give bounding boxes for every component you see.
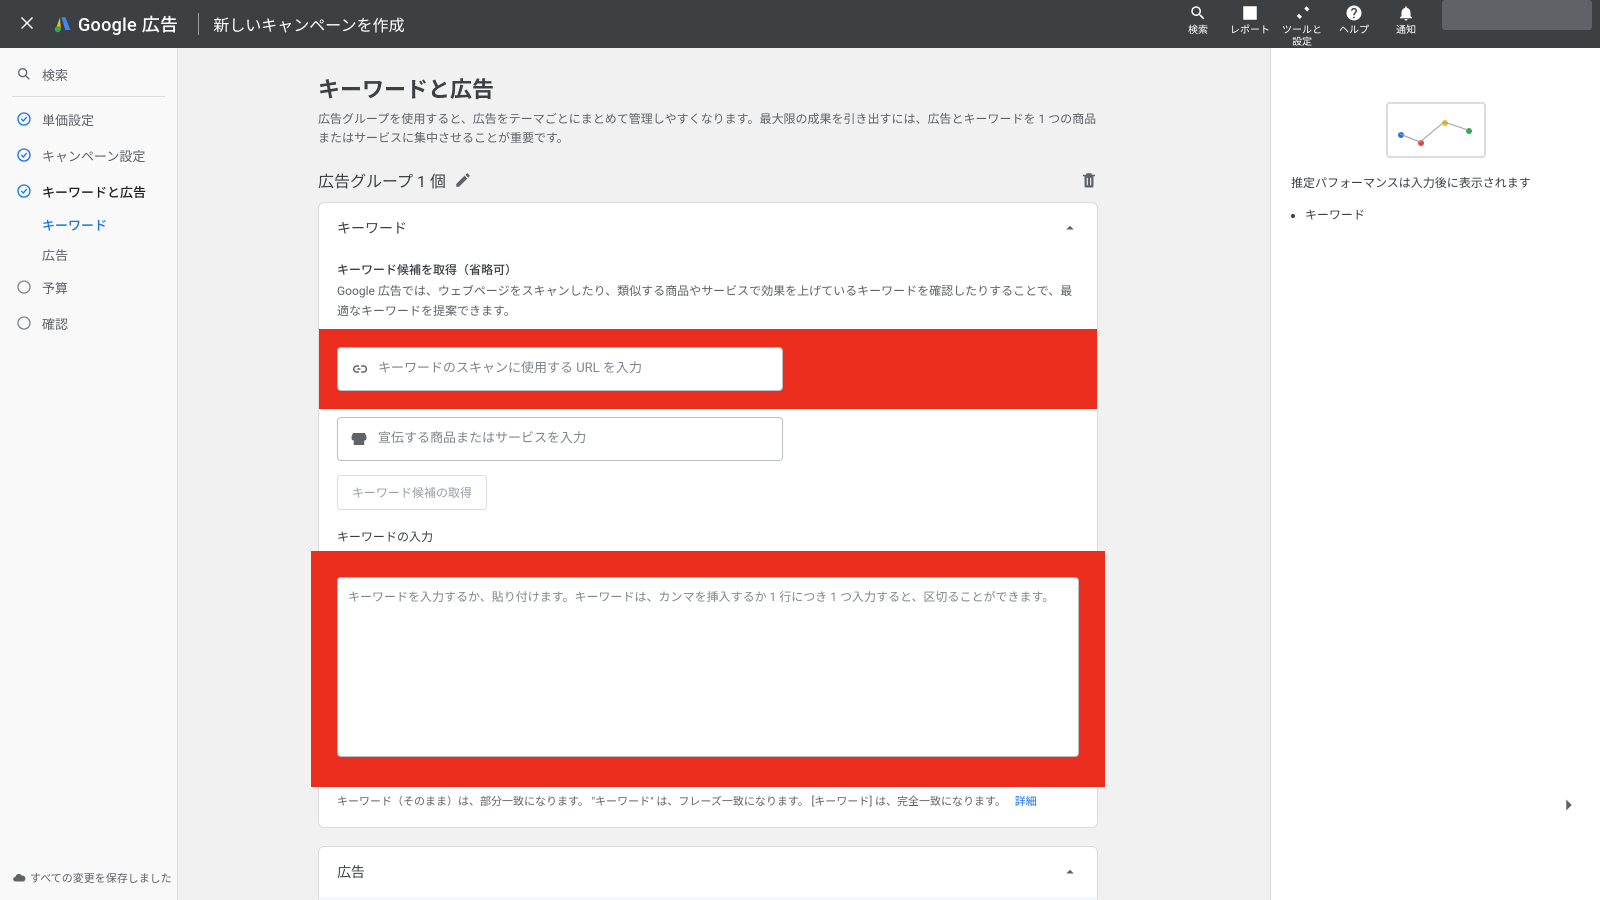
cloud-icon — [12, 871, 26, 885]
pencil-icon[interactable] — [454, 171, 472, 189]
trash-icon[interactable] — [1080, 171, 1098, 189]
sidebar-item-budget[interactable]: 予算 — [0, 269, 177, 305]
header-tools: 検索 レポート ツールと 設定 ヘルプ 通知 — [1172, 0, 1592, 49]
url-input-wrapper — [337, 347, 783, 391]
get-suggestions-button[interactable]: キーワード候補の取得 — [337, 475, 487, 510]
check-circle-icon — [16, 183, 32, 199]
sidebar-item-confirm[interactable]: 確認 — [0, 305, 177, 341]
check-circle-icon — [16, 147, 32, 163]
match-type-note: キーワード（そのまま）は、部分一致になります。 "キーワード" は、フレーズ一致… — [337, 793, 1079, 809]
product-input[interactable] — [378, 431, 770, 446]
textarea-highlight-box — [311, 551, 1105, 787]
panel-next-button[interactable] — [1558, 794, 1580, 820]
chevron-up-icon — [1061, 863, 1079, 881]
step-sidebar: 検索 単価設定 キャンペーン設定 キーワードと広告 キーワード 広告 予算 確認… — [0, 48, 178, 900]
chevron-up-icon — [1061, 219, 1079, 237]
sidebar-sub-keywords[interactable]: キーワード — [0, 209, 177, 239]
check-circle-icon — [16, 111, 32, 127]
url-highlight-box — [319, 329, 1097, 409]
brand-logo: Google 広告 — [48, 11, 184, 37]
bell-icon — [1397, 4, 1415, 22]
ads-logo-icon — [54, 15, 72, 33]
header-search-field[interactable] — [1442, 0, 1592, 30]
performance-panel: 推定パフォーマンスは入力後に表示されます キーワード — [1270, 48, 1600, 900]
url-input[interactable] — [378, 361, 770, 376]
header-report-button[interactable]: レポート — [1224, 0, 1276, 37]
performance-chart-placeholder — [1386, 102, 1486, 158]
keywords-card-header[interactable]: キーワード — [319, 203, 1097, 253]
wrench-icon — [1293, 4, 1311, 22]
keywords-card: キーワード キーワード候補を取得（省略可） Google 広告では、ウェブページ… — [318, 202, 1098, 827]
header-help-button[interactable]: ヘルプ — [1328, 0, 1380, 37]
report-icon — [1241, 4, 1259, 22]
search-icon — [1189, 4, 1207, 22]
match-detail-link[interactable]: 詳細 — [1015, 795, 1037, 808]
close-button[interactable] — [8, 15, 48, 33]
close-icon — [19, 15, 37, 33]
circle-icon — [16, 315, 32, 331]
performance-list-item: キーワード — [1305, 206, 1580, 223]
adgroup-label: 広告グループ 1 個 — [318, 168, 446, 192]
header-notification-button[interactable]: 通知 — [1380, 0, 1432, 37]
link-icon — [350, 360, 368, 378]
section-subtitle: 広告グループを使用すると、広告をテーマごとにまとめて管理しやすくなります。最大限… — [318, 110, 1098, 148]
brand-text: Google 広告 — [78, 11, 178, 37]
sidebar-item-search[interactable]: 検索 — [0, 56, 177, 92]
autosave-status: すべての変更を保存しました — [12, 870, 172, 886]
header-divider — [198, 13, 199, 35]
chevron-right-icon — [1558, 794, 1580, 816]
kw-suggest-heading: キーワード候補を取得（省略可） — [337, 261, 1079, 278]
magnifier-icon — [16, 66, 32, 82]
ads-card: 広告 広告見出しを追加しましょう 候補を表示 人気のあるキーワードを追加しましょ… — [318, 846, 1098, 900]
sidebar-item-keywords-ads[interactable]: キーワードと広告 — [0, 173, 177, 209]
header-search-button[interactable]: 検索 — [1172, 0, 1224, 37]
app-header: Google 広告 新しいキャンペーンを作成 検索 レポート ツールと 設定 ヘ… — [0, 0, 1600, 48]
sidebar-item-campaign[interactable]: キャンペーン設定 — [0, 137, 177, 173]
sidebar-item-bid[interactable]: 単価設定 — [0, 101, 177, 137]
ads-card-header[interactable]: 広告 — [319, 847, 1097, 897]
product-input-wrapper — [337, 417, 783, 461]
section-heading: キーワードと広告 — [318, 72, 1190, 104]
main-content: キーワードと広告 広告グループを使用すると、広告をテーマごとにまとめて管理しやす… — [178, 48, 1270, 900]
adgroup-header: 広告グループ 1 個 — [318, 168, 1098, 192]
help-icon — [1345, 4, 1363, 22]
kw-entry-label: キーワードの入力 — [337, 528, 1079, 545]
circle-icon — [16, 279, 32, 295]
performance-message: 推定パフォーマンスは入力後に表示されます — [1291, 174, 1580, 192]
header-tools-button[interactable]: ツールと 設定 — [1276, 0, 1328, 49]
sidebar-sub-ads[interactable]: 広告 — [0, 239, 177, 269]
storefront-icon — [350, 430, 368, 448]
page-title: 新しいキャンペーンを作成 — [213, 12, 404, 36]
keywords-textarea[interactable] — [337, 577, 1079, 757]
kw-suggest-description: Google 広告では、ウェブページをスキャンしたり、類似する商品やサービスで効… — [337, 282, 1079, 320]
